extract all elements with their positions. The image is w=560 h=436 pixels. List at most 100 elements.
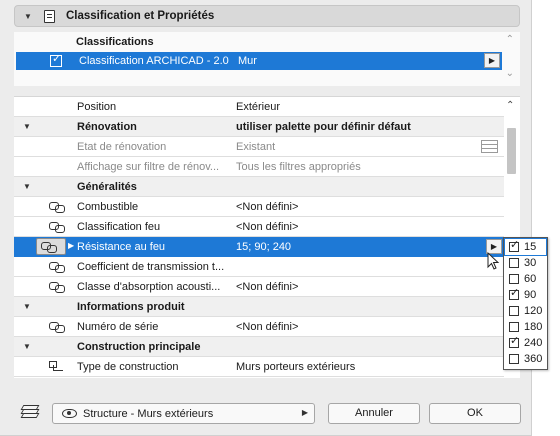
link-button[interactable]: [36, 238, 66, 255]
collapse-triangle-icon[interactable]: ▼: [24, 12, 32, 21]
fire-option[interactable]: ✓ 15: [504, 238, 547, 256]
option-label: 15: [524, 241, 537, 253]
fire-option[interactable]: 30: [505, 255, 546, 271]
property-group-row[interactable]: ▼ Généralités: [14, 177, 504, 197]
property-row[interactable]: Classification feu <Non défini>: [14, 217, 504, 237]
option-checkbox[interactable]: [509, 258, 519, 268]
classification-row[interactable]: ✓ Classification ARCHICAD - 2.0 Mur ▶: [16, 52, 502, 70]
property-value[interactable]: Existant: [236, 141, 275, 153]
link-icon: [41, 242, 57, 253]
property-label: Combustible: [77, 201, 139, 213]
check-icon: ✓: [510, 335, 520, 347]
settings-dialog: ▼ Classification et Propriétés Classific…: [0, 0, 532, 436]
fire-option[interactable]: ✓ 90: [505, 287, 546, 303]
fire-option[interactable]: 60: [505, 271, 546, 287]
ok-button[interactable]: OK: [429, 403, 521, 424]
property-label: Type de construction: [77, 361, 179, 373]
dialog-footer: Structure - Murs extérieurs ▶ Annuler OK: [0, 394, 532, 432]
option-label: 60: [524, 273, 537, 285]
property-value[interactable]: Murs porteurs extérieurs: [236, 361, 355, 373]
property-value[interactable]: <Non défini>: [236, 281, 298, 293]
option-checkbox[interactable]: [509, 322, 519, 332]
option-label: 360: [524, 353, 543, 365]
check-icon: ✓: [52, 53, 62, 65]
expand-triangle-icon[interactable]: ▶: [68, 241, 74, 250]
option-label: 90: [524, 289, 537, 301]
property-label: Position: [77, 101, 117, 113]
collapse-triangle-icon[interactable]: ▼: [23, 342, 31, 351]
option-checkbox[interactable]: [509, 274, 519, 284]
link-icon[interactable]: [49, 262, 65, 273]
scroll-up-icon[interactable]: ⌃: [506, 34, 514, 45]
property-label: Rénovation: [77, 121, 137, 133]
option-label: 240: [524, 337, 543, 349]
classification-panel: Classifications ✓ Classification ARCHICA…: [14, 32, 520, 86]
property-value[interactable]: <Non défini>: [236, 321, 298, 333]
property-value[interactable]: <Non défini>: [236, 201, 298, 213]
flow-icon[interactable]: [49, 361, 64, 372]
fire-option[interactable]: 120: [505, 303, 546, 319]
property-row[interactable]: Classe d'absorption acousti... <Non défin…: [14, 277, 504, 297]
collapse-triangle-icon[interactable]: ▼: [23, 302, 31, 311]
property-label: Etat de rénovation: [77, 141, 167, 153]
link-icon[interactable]: [49, 322, 65, 333]
layers-icon[interactable]: [20, 405, 40, 419]
property-row[interactable]: Affichage sur filtre de rénov... Tous les…: [14, 157, 504, 177]
property-row[interactable]: Combustible <Non défini>: [14, 197, 504, 217]
property-value[interactable]: <Non défini>: [236, 221, 298, 233]
fire-option[interactable]: 360: [505, 351, 546, 367]
property-value[interactable]: 15; 90; 240: [236, 241, 291, 253]
property-row[interactable]: Numéro de série <Non défini>: [14, 317, 504, 337]
scrollbar-thumb[interactable]: [507, 128, 516, 174]
option-checkbox[interactable]: [509, 354, 519, 364]
collapse-triangle-icon[interactable]: ▼: [23, 182, 31, 191]
property-value[interactable]: Tous les filtres appropriés: [236, 161, 361, 173]
structure-dropdown[interactable]: Structure - Murs extérieurs ▶: [52, 403, 315, 424]
property-label: Coefficient de transmission t...: [77, 261, 225, 273]
fire-option[interactable]: 180: [505, 319, 546, 335]
property-group-row[interactable]: ▼ Rénovation utiliser palette pour définir…: [14, 117, 504, 137]
property-label: Construction principale: [77, 341, 201, 353]
classification-label: Classification ARCHICAD - 2.0: [79, 55, 229, 67]
link-icon[interactable]: [49, 222, 65, 233]
check-icon: ✓: [510, 287, 520, 299]
scroll-up-icon[interactable]: ⌃: [506, 100, 514, 111]
eye-icon: [62, 409, 77, 418]
property-row[interactable]: Position Extérieur: [14, 97, 504, 117]
property-group-row[interactable]: ▼ Construction principale: [14, 337, 504, 357]
option-label: 180: [524, 321, 543, 333]
classification-value: Mur: [238, 55, 257, 67]
grid-icon[interactable]: [481, 140, 498, 153]
mouse-cursor-icon: [487, 251, 500, 270]
property-row[interactable]: Type de construction Murs porteurs extéri…: [14, 357, 504, 377]
property-label: Numéro de série: [77, 321, 159, 333]
property-value: utiliser palette pour définir défaut: [236, 121, 411, 133]
property-row[interactable]: Coefficient de transmission t...: [14, 257, 504, 277]
property-value[interactable]: Extérieur: [236, 101, 280, 113]
property-label: Classification feu: [77, 221, 161, 233]
property-label: Classe d'absorption acousti...: [77, 281, 221, 293]
property-label: Généralités: [77, 181, 137, 193]
fire-option[interactable]: ✓ 240: [505, 335, 546, 351]
classification-arrow-button[interactable]: ▶: [484, 53, 500, 68]
property-group-row[interactable]: ▼ Informations produit: [14, 297, 504, 317]
chevron-right-icon: ▶: [301, 408, 308, 417]
collapse-triangle-icon[interactable]: ▼: [23, 122, 31, 131]
section-header[interactable]: ▼ Classification et Propriétés: [14, 5, 520, 27]
fire-resistance-popup: ✓ 15 30 60 ✓ 90 120 180 ✓ 240 360: [503, 237, 548, 370]
cancel-button[interactable]: Annuler: [328, 403, 420, 424]
option-checkbox[interactable]: [509, 306, 519, 316]
option-label: 30: [524, 257, 537, 269]
option-label: 120: [524, 305, 543, 317]
section-title: Classification et Propriétés: [66, 10, 215, 22]
link-icon[interactable]: [49, 282, 65, 293]
property-label: Informations produit: [77, 301, 185, 313]
property-label: Affichage sur filtre de rénov...: [77, 161, 220, 173]
link-icon[interactable]: [49, 202, 65, 213]
structure-label: Structure - Murs extérieurs: [83, 407, 214, 420]
property-row[interactable]: Etat de rénovation Existant: [14, 137, 504, 157]
property-label: Résistance au feu: [77, 241, 166, 253]
properties-table: Position Extérieur ▼ Rénovation utiliser pal…: [14, 96, 520, 378]
property-row[interactable]: ▶ Résistance au feu 15; 90; 240 ▶: [14, 237, 504, 257]
scroll-down-icon[interactable]: ⌄: [506, 68, 514, 79]
